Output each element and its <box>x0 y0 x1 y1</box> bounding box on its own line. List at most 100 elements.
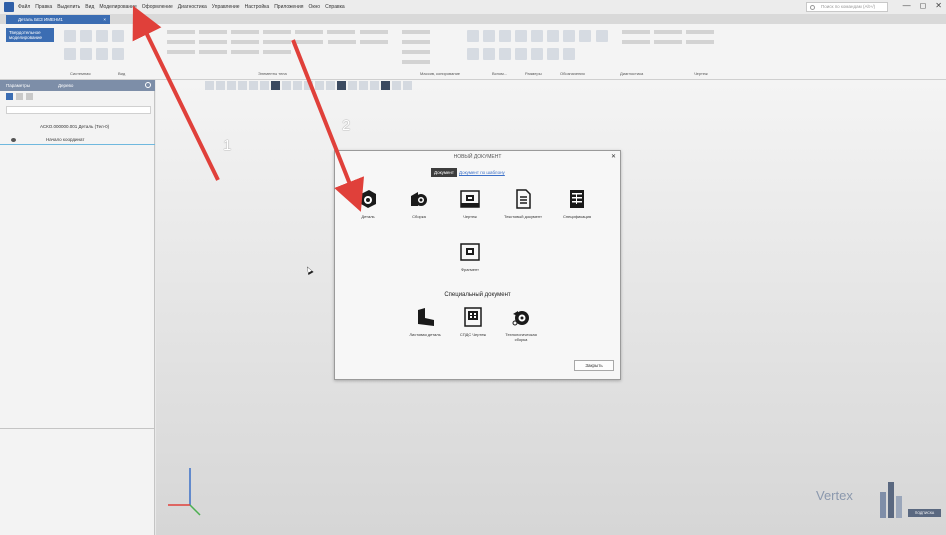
ribbon-tool-label[interactable] <box>654 30 682 34</box>
tree-item-part[interactable]: АСКО.000000.001 Деталь (Тел-0) <box>0 122 155 132</box>
tree-item-origin[interactable]: Начало координат <box>0 135 155 145</box>
modeling-mode-button[interactable]: Твердотельное моделирование <box>6 28 54 42</box>
doc-tech-assembly[interactable]: Технологическая сборка <box>501 306 541 350</box>
ribbon-tool-label[interactable] <box>402 60 430 64</box>
close-window-button[interactable]: ✕ <box>935 1 942 10</box>
view-tool-icon[interactable] <box>249 81 258 90</box>
doc-specification[interactable]: Спецификация <box>557 188 597 232</box>
tree-expand-icon[interactable] <box>26 93 33 100</box>
view-tool-icon[interactable] <box>205 81 214 90</box>
gear-icon[interactable] <box>145 82 151 88</box>
menu-window[interactable]: Окно <box>308 4 320 10</box>
ribbon-tool-label[interactable] <box>231 30 259 34</box>
ribbon-tool-icon[interactable] <box>499 30 511 42</box>
ribbon-tool-label[interactable] <box>622 40 650 44</box>
ribbon-tool-label[interactable] <box>402 30 430 34</box>
menu-help[interactable]: Справка <box>325 4 345 10</box>
view-tool-icon[interactable] <box>304 81 313 90</box>
ribbon-tool-icon[interactable] <box>64 30 76 42</box>
ribbon-tool-icon[interactable] <box>596 30 609 42</box>
doc-drawing[interactable]: Чертеж <box>450 188 490 232</box>
view-tool-icon[interactable] <box>348 81 357 90</box>
view-tool-icon[interactable] <box>370 81 379 90</box>
ribbon-tool-label[interactable] <box>167 50 195 54</box>
ribbon-tool-icon[interactable] <box>80 48 92 60</box>
ribbon-tool-icon[interactable] <box>547 48 559 60</box>
tree-view-icon[interactable] <box>6 93 13 100</box>
tree-panel-subtitle[interactable]: Дерево <box>58 80 73 91</box>
menu-view[interactable]: Вид <box>85 4 94 10</box>
ribbon-tool-icon[interactable] <box>547 30 559 42</box>
ribbon-tool-icon[interactable] <box>112 30 124 42</box>
ribbon-tool-label[interactable] <box>402 40 430 44</box>
search-input[interactable]: Поиск по командам (Alt+/) <box>806 2 888 12</box>
dialog-close-button[interactable]: Закрыть <box>574 360 614 371</box>
ribbon-tool-icon[interactable] <box>467 30 479 42</box>
ribbon-tool-label[interactable] <box>360 40 389 44</box>
view-tool-icon[interactable] <box>216 81 225 90</box>
ribbon-tool-icon[interactable] <box>483 30 495 42</box>
ribbon-tool-label[interactable] <box>295 40 323 44</box>
view-tool-icon[interactable] <box>326 81 335 90</box>
ribbon-tool-label[interactable] <box>199 40 227 44</box>
ribbon-tool-icon[interactable] <box>531 48 543 60</box>
ribbon-tool-label[interactable] <box>295 30 323 34</box>
ribbon-tool-label[interactable] <box>167 40 195 44</box>
ribbon-tool-label[interactable] <box>402 50 430 54</box>
app-logo-icon[interactable] <box>4 2 14 12</box>
ribbon-tool-icon[interactable] <box>483 48 495 60</box>
ribbon-tool-icon[interactable] <box>499 48 511 60</box>
view-tool-icon[interactable] <box>271 81 280 90</box>
doc-spds-drawing[interactable]: СПДС Чертеж <box>453 306 493 350</box>
ribbon-tool-icon[interactable] <box>579 30 591 42</box>
ribbon-tool-label[interactable] <box>654 40 682 44</box>
ribbon-tool-icon[interactable] <box>515 30 527 42</box>
ribbon-tool-label[interactable] <box>167 30 195 34</box>
view-tool-icon[interactable] <box>293 81 302 90</box>
tree-sort-icon[interactable] <box>16 93 23 100</box>
minimize-button[interactable]: — <box>903 1 911 10</box>
tree-panel-title[interactable]: Параметры <box>6 83 30 88</box>
ribbon-tool-label[interactable] <box>263 50 291 54</box>
menu-apps[interactable]: Приложения <box>274 4 303 10</box>
ribbon-tool-label[interactable] <box>686 40 714 44</box>
menu-diagnostics[interactable]: Диагностика <box>178 4 207 10</box>
tab-document-template[interactable]: Документ по шаблону <box>459 169 505 177</box>
view-tool-icon[interactable] <box>227 81 236 90</box>
view-tool-icon[interactable] <box>403 81 412 90</box>
view-tool-icon[interactable] <box>337 81 346 90</box>
ribbon-tool-label[interactable] <box>199 30 227 34</box>
menu-design[interactable]: Оформление <box>142 4 173 10</box>
ribbon-tool-label[interactable] <box>231 40 259 44</box>
ribbon-tool-label[interactable] <box>263 40 291 44</box>
dialog-close-icon[interactable]: ✕ <box>611 153 616 160</box>
ribbon-tool-icon[interactable] <box>531 30 543 42</box>
ribbon-tool-label[interactable] <box>622 30 650 34</box>
doc-fragment[interactable]: Фрагмент <box>450 241 490 285</box>
menu-edit[interactable]: Правка <box>35 4 52 10</box>
ribbon-tool-icon[interactable] <box>515 48 527 60</box>
menu-settings[interactable]: Настройка <box>245 4 270 10</box>
doc-text[interactable]: Текстовый документ <box>503 188 543 232</box>
document-tab[interactable]: Деталь БЕЗ ИМЕНИ1 × <box>6 15 110 24</box>
view-tool-icon[interactable] <box>260 81 269 90</box>
ribbon-tool-label[interactable] <box>199 50 227 54</box>
menu-modeling[interactable]: Моделирование <box>99 4 136 10</box>
ribbon-tool-label[interactable] <box>328 40 357 44</box>
ribbon-tool-icon[interactable] <box>64 48 76 60</box>
tree-filter-input[interactable] <box>6 106 151 114</box>
filter-icon[interactable] <box>381 81 390 90</box>
view-tool-icon[interactable] <box>238 81 247 90</box>
ribbon-tool-icon[interactable] <box>467 48 479 60</box>
menu-manage[interactable]: Управление <box>212 4 240 10</box>
ribbon-tool-icon[interactable] <box>112 48 124 60</box>
doc-sheet-part[interactable]: Листовая деталь <box>405 306 445 350</box>
tab-document[interactable]: Документ <box>431 168 457 177</box>
view-tool-icon[interactable] <box>282 81 291 90</box>
ribbon-tool-label[interactable] <box>360 30 389 34</box>
doc-assembly[interactable]: Сборка <box>399 188 439 232</box>
ribbon-tool-label[interactable] <box>686 30 714 34</box>
ribbon-tool-icon[interactable] <box>96 30 108 42</box>
menu-select[interactable]: Выделить <box>57 4 80 10</box>
ribbon-tool-label[interactable] <box>231 50 259 54</box>
